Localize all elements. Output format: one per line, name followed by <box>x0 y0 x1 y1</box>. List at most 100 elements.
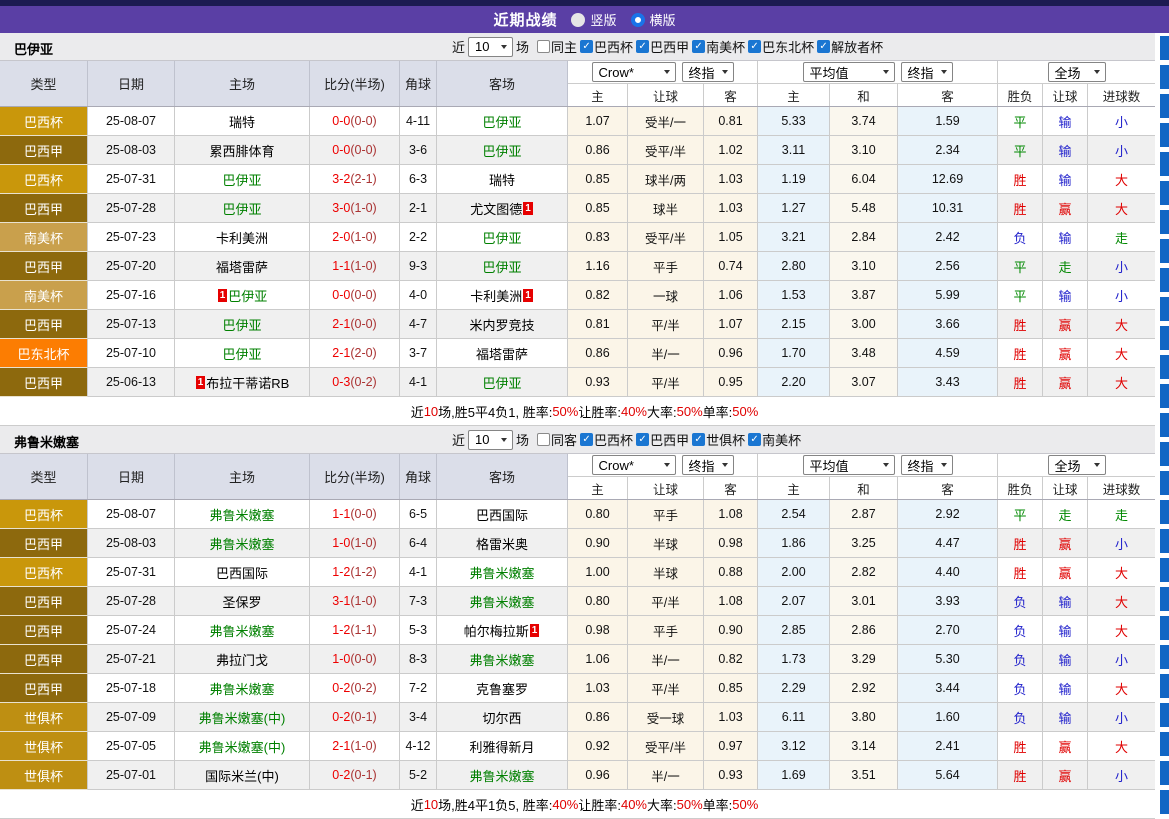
team-link[interactable]: 巴西国际 <box>216 563 268 582</box>
team-link[interactable]: 弗拉门戈 <box>216 650 268 669</box>
team-link[interactable]: 切尔西 <box>482 708 521 727</box>
league-checkbox[interactable]: ✓ <box>692 433 705 446</box>
match-date: 25-08-07 <box>88 107 175 136</box>
team-link[interactable]: 巴西国际 <box>476 505 528 524</box>
team-link[interactable]: 弗鲁米嫩塞 <box>209 679 274 698</box>
home-team-cell: 弗鲁米嫩塞 <box>175 616 310 645</box>
league-filter-巴西甲[interactable]: ✓巴西甲 <box>636 37 689 56</box>
result-handicap: 赢 <box>1043 194 1088 223</box>
summary-segment: 近 <box>411 402 424 421</box>
team-link[interactable]: 弗鲁米嫩塞 <box>469 766 534 785</box>
team-link[interactable]: 圣保罗 <box>222 592 261 611</box>
match-date: 25-07-24 <box>88 616 175 645</box>
home-team-cell: 巴西国际 <box>175 558 310 587</box>
layout-radio-vertical[interactable]: 竖版 <box>571 10 616 29</box>
team-link[interactable]: 布拉干蒂诺RB <box>206 373 289 392</box>
chevron-down-icon <box>722 463 728 467</box>
team-link[interactable]: 米内罗竞技 <box>469 315 534 334</box>
team-link[interactable]: 弗鲁米嫩塞 <box>469 650 534 669</box>
league-checkbox[interactable]: ✓ <box>817 40 830 53</box>
radio-unselected-icon[interactable] <box>571 13 585 27</box>
avg-draw-odds: 3.07 <box>830 368 898 397</box>
league-checkbox[interactable]: ✓ <box>636 433 649 446</box>
same-venue-filter[interactable]: 同主 <box>537 37 577 56</box>
summary-segment: 场,胜5平4负1, 胜率: <box>438 402 552 421</box>
league-checkbox[interactable]: ✓ <box>636 40 649 53</box>
league-filter-巴西杯[interactable]: ✓巴西杯 <box>580 37 633 56</box>
team-link[interactable]: 巴伊亚 <box>222 170 261 189</box>
league-checkbox[interactable]: ✓ <box>580 433 593 446</box>
team-link[interactable]: 弗鲁米嫩塞(中) <box>199 708 286 727</box>
final-index-select[interactable]: 终指 <box>901 455 953 475</box>
match-count-select-value: 10 <box>475 39 489 54</box>
league-checkbox[interactable]: ✓ <box>748 40 761 53</box>
team-link[interactable]: 巴伊亚 <box>482 228 521 247</box>
team-link[interactable]: 弗鲁米嫩塞 <box>209 534 274 553</box>
team-link[interactable]: 巴伊亚 <box>482 141 521 160</box>
home-team-cell: 国际米兰(中) <box>175 761 310 790</box>
same-venue-checkbox[interactable] <box>537 433 550 446</box>
team-link[interactable]: 巴伊亚 <box>228 286 267 305</box>
crow-handicap: 受平/半 <box>628 732 704 761</box>
crow-away-odds: 0.96 <box>704 339 758 368</box>
average-select[interactable]: 平均值 <box>803 455 895 475</box>
scope-select[interactable]: 全场 <box>1048 455 1106 475</box>
average-select[interactable]: 平均值 <box>803 62 895 82</box>
scope-select-value: 全场 <box>1055 63 1081 82</box>
league-filter-巴西甲[interactable]: ✓巴西甲 <box>636 430 689 449</box>
team-link[interactable]: 巴伊亚 <box>482 257 521 276</box>
team-link[interactable]: 尤文图德 <box>470 199 522 218</box>
team-link[interactable]: 弗鲁米嫩塞(中) <box>199 737 286 756</box>
league-checkbox[interactable]: ✓ <box>580 40 593 53</box>
league-checkbox[interactable]: ✓ <box>692 40 705 53</box>
radio-selected-icon[interactable] <box>631 13 645 27</box>
league-filter-世俱杯[interactable]: ✓世俱杯 <box>692 430 745 449</box>
team-link[interactable]: 瑞特 <box>229 112 255 131</box>
league-checkbox[interactable]: ✓ <box>748 433 761 446</box>
team-link[interactable]: 累西腓体育 <box>209 141 274 160</box>
bookmaker-select[interactable]: Crow* <box>592 62 676 82</box>
final-index-select[interactable]: 终指 <box>901 62 953 82</box>
team-link[interactable]: 弗鲁米嫩塞 <box>209 505 274 524</box>
team-link[interactable]: 巴伊亚 <box>482 373 521 392</box>
team-link[interactable]: 格雷米奥 <box>476 534 528 553</box>
team-link[interactable]: 弗鲁米嫩塞 <box>209 621 274 640</box>
team-link[interactable]: 帕尔梅拉斯 <box>464 621 529 640</box>
match-date: 25-07-23 <box>88 223 175 252</box>
team-link[interactable]: 利雅得新月 <box>469 737 534 756</box>
league-filter-巴东北杯[interactable]: ✓巴东北杯 <box>748 37 814 56</box>
team-link[interactable]: 巴伊亚 <box>222 344 261 363</box>
team-link[interactable]: 福塔雷萨 <box>216 257 268 276</box>
team-link[interactable]: 卡利美洲 <box>216 228 268 247</box>
match-count-select[interactable]: 10 <box>468 430 513 450</box>
team-link[interactable]: 巴伊亚 <box>222 199 261 218</box>
bookmaker-select[interactable]: Crow* <box>592 455 676 475</box>
fulltime-score: 3-2 <box>332 172 350 186</box>
league-filter-巴西杯[interactable]: ✓巴西杯 <box>580 430 633 449</box>
match-count-select[interactable]: 10 <box>468 37 513 57</box>
league-filter-南美杯[interactable]: ✓南美杯 <box>692 37 745 56</box>
same-venue-filter[interactable]: 同客 <box>537 430 577 449</box>
fulltime-score: 1-1 <box>332 507 350 521</box>
team-link[interactable]: 瑞特 <box>489 170 515 189</box>
league-filter-解放者杯[interactable]: ✓解放者杯 <box>817 37 883 56</box>
same-venue-checkbox[interactable] <box>537 40 550 53</box>
team-link[interactable]: 福塔雷萨 <box>476 344 528 363</box>
team-link[interactable]: 国际米兰(中) <box>205 766 279 785</box>
final-index-select[interactable]: 终指 <box>682 62 734 82</box>
league-filter-南美杯[interactable]: ✓南美杯 <box>748 430 801 449</box>
scope-select[interactable]: 全场 <box>1048 62 1106 82</box>
crow-handicap: 球半/两 <box>628 165 704 194</box>
team-link[interactable]: 巴伊亚 <box>482 112 521 131</box>
team-link[interactable]: 卡利美洲 <box>470 286 522 305</box>
col-header-4: 角球 <box>400 61 437 106</box>
corners-cell: 2-1 <box>400 194 437 223</box>
team-link[interactable]: 弗鲁米嫩塞 <box>469 563 534 582</box>
corners-cell: 7-3 <box>400 587 437 616</box>
avg-away-odds: 5.99 <box>898 281 998 310</box>
final-index-select[interactable]: 终指 <box>682 455 734 475</box>
team-link[interactable]: 克鲁塞罗 <box>476 679 528 698</box>
team-link[interactable]: 弗鲁米嫩塞 <box>469 592 534 611</box>
layout-radio-horizontal[interactable]: 横版 <box>631 10 676 29</box>
team-link[interactable]: 巴伊亚 <box>222 315 261 334</box>
